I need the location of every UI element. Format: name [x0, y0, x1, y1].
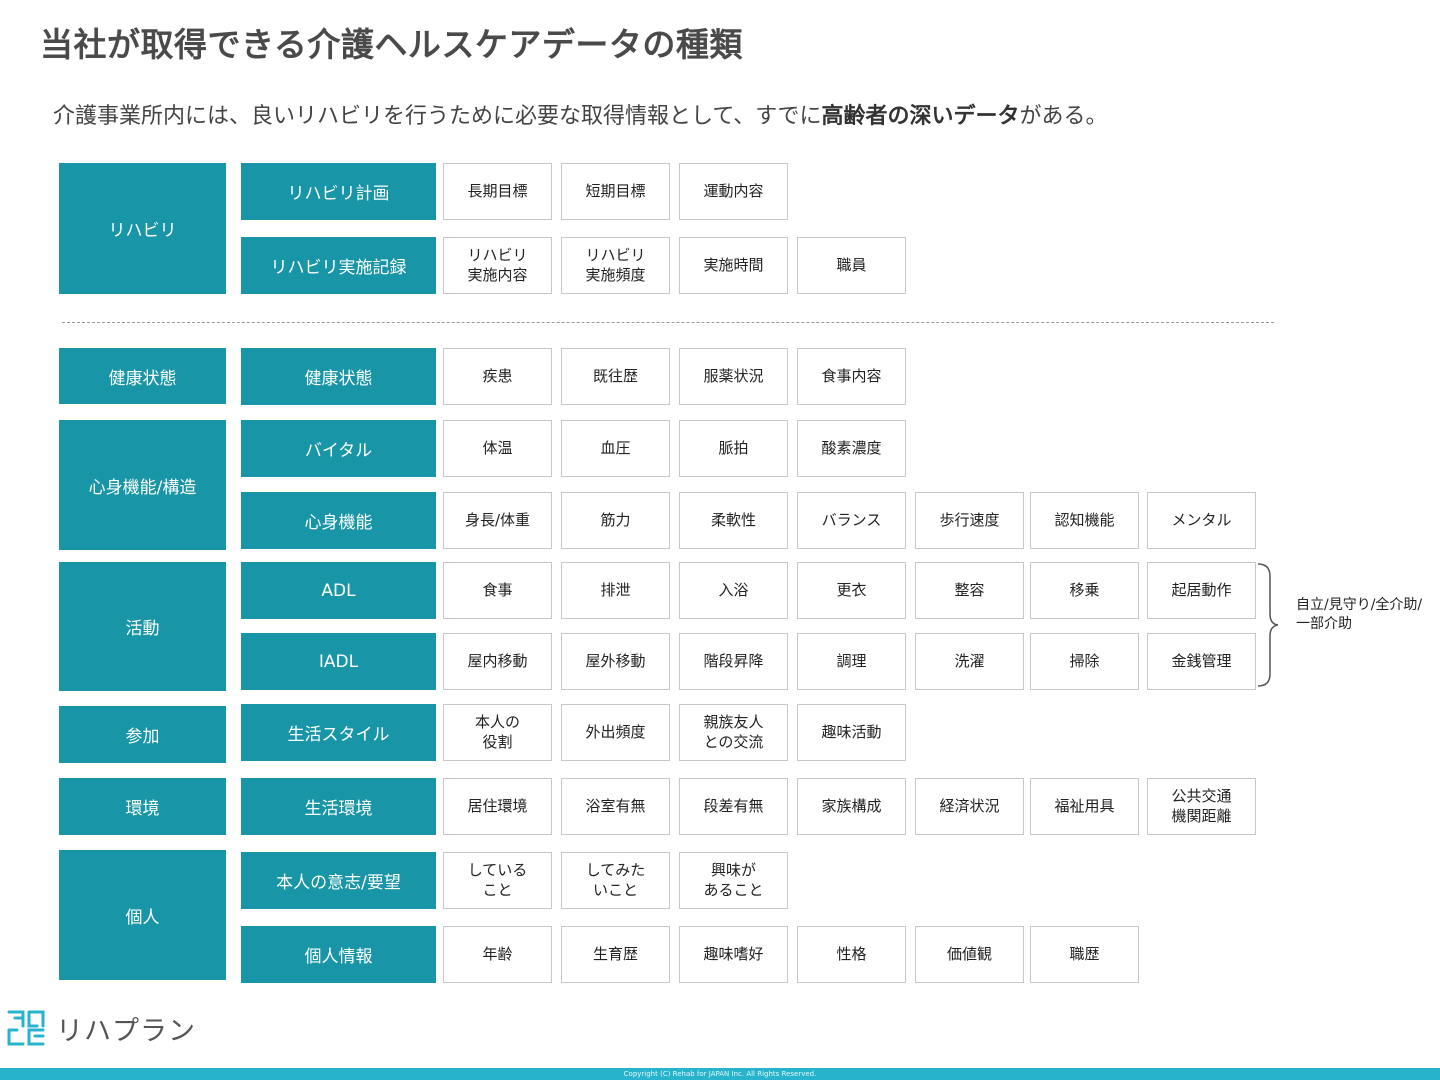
data-item-cell: 掃除: [1030, 633, 1139, 690]
data-item-cell: 趣味嗜好: [679, 926, 788, 983]
category-box: 活動: [59, 562, 226, 691]
data-item-cell: 金銭管理: [1147, 633, 1256, 690]
data-item-cell: 屋外移動: [561, 633, 670, 690]
category-box: リハビリ: [59, 163, 226, 294]
subcategory-box: 生活スタイル: [241, 704, 436, 761]
data-item-cell: 短期目標: [561, 163, 670, 220]
subcategory-box: 個人情報: [241, 926, 436, 983]
data-item-cell: 生育歴: [561, 926, 670, 983]
data-item-cell: 浴室有無: [561, 778, 670, 835]
category-box: 個人: [59, 850, 226, 980]
subcategory-box: バイタル: [241, 420, 436, 477]
category-box: 環境: [59, 778, 226, 835]
data-item-cell: 食事内容: [797, 348, 906, 405]
data-item-cell: してみた いこと: [561, 852, 670, 909]
data-item-cell: 長期目標: [443, 163, 552, 220]
subcategory-box: 生活環境: [241, 778, 436, 835]
subcategory-box: リハビリ計画: [241, 163, 436, 220]
logo: リハプラン: [6, 1008, 196, 1048]
data-item-cell: 興味が あること: [679, 852, 788, 909]
data-item-cell: リハビリ 実施内容: [443, 237, 552, 294]
data-item-cell: 経済状況: [915, 778, 1024, 835]
data-item-cell: 階段昇降: [679, 633, 788, 690]
category-box: 健康状態: [59, 348, 226, 404]
data-item-cell: 柔軟性: [679, 492, 788, 549]
logo-text: リハプラン: [56, 1015, 196, 1047]
data-item-cell: 起居動作: [1147, 562, 1256, 619]
category-box: 心身機能/構造: [59, 420, 226, 550]
data-item-cell: 趣味活動: [797, 704, 906, 761]
data-item-cell: 疾患: [443, 348, 552, 405]
data-item-cell: 認知機能: [1030, 492, 1139, 549]
data-item-cell: 歩行速度: [915, 492, 1024, 549]
subtitle-post: がある。: [1019, 104, 1108, 129]
data-item-cell: 運動内容: [679, 163, 788, 220]
brace-note: 自立/見守り/全介助/ 一部介助: [1296, 597, 1423, 632]
page-subtitle: 介護事業所内には、良いリハビリを行うために必要な取得情報として、すでに高齢者の深…: [53, 98, 1108, 130]
category-box: 参加: [59, 706, 226, 763]
subcategory-box: IADL: [241, 633, 436, 690]
data-item-cell: 調理: [797, 633, 906, 690]
data-item-cell: 血圧: [561, 420, 670, 477]
data-item-cell: 整容: [915, 562, 1024, 619]
data-item-cell: 公共交通 機関距離: [1147, 778, 1256, 835]
data-item-cell: 屋内移動: [443, 633, 552, 690]
brace-icon: [1257, 563, 1279, 687]
rehaplan-logo-icon: [7, 1010, 45, 1046]
data-item-cell: 身長/体重: [443, 492, 552, 549]
data-item-cell: 移乗: [1030, 562, 1139, 619]
data-item-cell: 性格: [797, 926, 906, 983]
copyright-text: Copyright (C) Rehab for JAPAN Inc. All R…: [623, 1070, 817, 1078]
data-item-cell: 職歴: [1030, 926, 1139, 983]
data-item-cell: 親族友人 との交流: [679, 704, 788, 761]
data-item-cell: 服薬状況: [679, 348, 788, 405]
data-item-cell: 段差有無: [679, 778, 788, 835]
footer-bar: Copyright (C) Rehab for JAPAN Inc. All R…: [0, 1068, 1440, 1080]
data-item-cell: 筋力: [561, 492, 670, 549]
subcategory-box: リハビリ実施記録: [241, 237, 436, 294]
data-item-cell: 価値観: [915, 926, 1024, 983]
data-item-cell: している こと: [443, 852, 552, 909]
subcategory-box: ADL: [241, 562, 436, 619]
data-item-cell: バランス: [797, 492, 906, 549]
subtitle-pre: 介護事業所内には、良いリハビリを行うために必要な取得情報として、すでに: [53, 104, 822, 129]
data-item-cell: 職員: [797, 237, 906, 294]
data-item-cell: 福祉用具: [1030, 778, 1139, 835]
data-item-cell: 脈拍: [679, 420, 788, 477]
data-item-cell: 居住環境: [443, 778, 552, 835]
section-divider: [62, 322, 1274, 323]
data-item-cell: 排泄: [561, 562, 670, 619]
subtitle-bold: 高齢者の深いデータ: [821, 104, 1020, 129]
data-item-cell: 実施時間: [679, 237, 788, 294]
data-item-cell: 既往歴: [561, 348, 670, 405]
data-item-cell: 外出頻度: [561, 704, 670, 761]
data-item-cell: 洗濯: [915, 633, 1024, 690]
data-item-cell: 家族構成: [797, 778, 906, 835]
subcategory-box: 心身機能: [241, 492, 436, 549]
data-item-cell: 食事: [443, 562, 552, 619]
data-item-cell: 本人の 役割: [443, 704, 552, 761]
data-item-cell: 更衣: [797, 562, 906, 619]
data-item-cell: リハビリ 実施頻度: [561, 237, 670, 294]
data-item-cell: 酸素濃度: [797, 420, 906, 477]
subcategory-box: 本人の意志/要望: [241, 852, 436, 909]
data-item-cell: メンタル: [1147, 492, 1256, 549]
data-item-cell: 体温: [443, 420, 552, 477]
data-item-cell: 年齢: [443, 926, 552, 983]
page-title: 当社が取得できる介護ヘルスケアデータの種類: [40, 25, 743, 64]
data-item-cell: 入浴: [679, 562, 788, 619]
subcategory-box: 健康状態: [241, 348, 436, 405]
